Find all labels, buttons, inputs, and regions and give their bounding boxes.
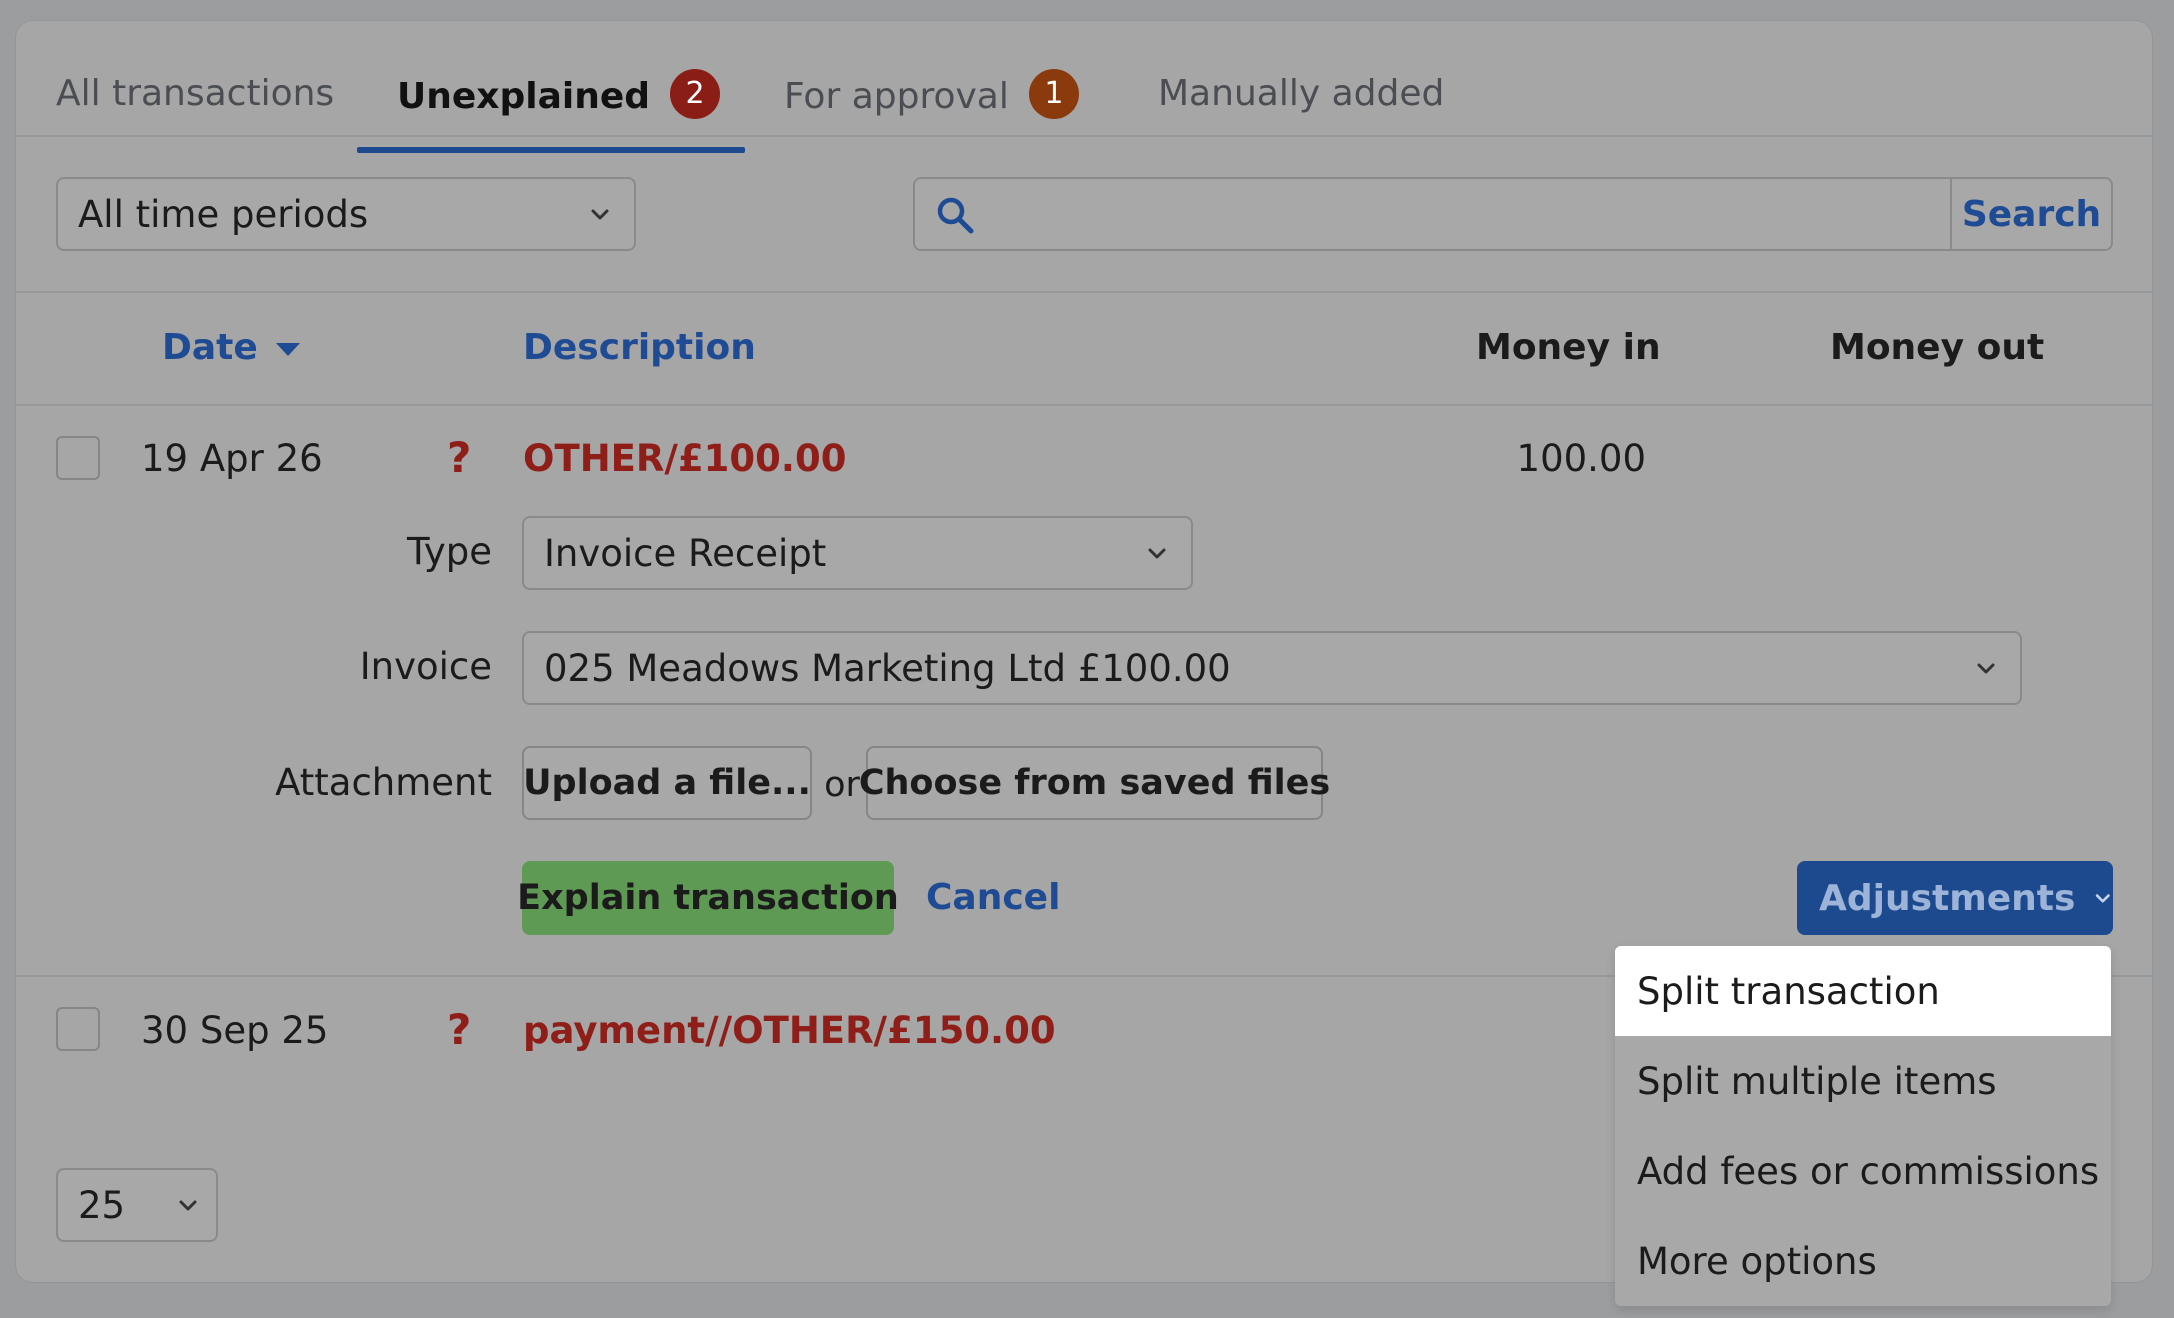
chevron-down-icon [1148,548,1166,559]
invoice-select[interactable]: 025 Meadows Marketing Ltd £100.00 [522,631,2022,705]
period-select-value: All time periods [78,192,369,236]
divider [16,135,2152,137]
tab-label: Unexplained [397,76,651,117]
header-label: Date [162,327,258,368]
menu-item-split-multiple-items[interactable]: Split multiple items [1615,1036,2111,1126]
adjustments-menu: Split transaction Split multiple items A… [1615,946,2111,1306]
chevron-down-icon [179,1200,197,1211]
search-button[interactable]: Search [1952,179,2111,249]
chevron-down-icon [1977,663,1995,674]
tab-unexplained[interactable]: Unexplained 2 [397,69,721,133]
count-badge: 2 [670,69,721,119]
chevron-down-icon [2096,894,2111,903]
tab-all-transactions[interactable]: All transactions [56,73,334,133]
tab-label: All transactions [56,73,335,114]
choose-saved-files-button[interactable]: Choose from saved files [859,746,1330,820]
divider [16,404,2152,406]
money-in-column-header: Money in [1476,327,1661,368]
divider [16,291,2152,293]
invoice-label: Invoice [359,645,492,688]
transaction-description: payment//OTHER/£150.00 [523,1009,1056,1052]
search-icon [937,197,974,234]
type-label: Type [407,530,492,573]
tab-manually-added[interactable]: Manually added [1158,73,1444,133]
tab-for-approval[interactable]: For approval 1 [784,69,1079,133]
active-tab-indicator [357,147,745,153]
transaction-date: 30 Sep 25 [141,1009,329,1052]
tab-label: Manually added [1158,73,1445,114]
money-out-column-header: Money out [1830,327,2045,368]
type-select[interactable]: Invoice Receipt [522,516,1193,590]
row-checkbox[interactable] [56,1007,100,1051]
menu-item-split-transaction[interactable]: Split transaction [1615,946,2111,1036]
adjustments-label: Adjustments [1819,877,2076,919]
explain-transaction-button[interactable]: Explain transaction [517,861,899,935]
description-column-header[interactable]: Description [523,327,756,368]
search-box: Search [913,177,2113,251]
or-text: or [824,765,860,805]
search-input[interactable] [995,187,1939,243]
sort-descending-icon [276,343,301,356]
tab-label: For approval [784,76,1009,117]
type-select-value: Invoice Receipt [544,531,827,575]
per-page-value: 25 [78,1183,126,1227]
date-column-header[interactable]: Date [162,327,302,368]
count-badge: 1 [1028,69,1079,119]
money-in-value: 100.00 [1516,437,1646,480]
upload-file-button[interactable]: Upload a file... [522,746,812,820]
invoice-select-value: 025 Meadows Marketing Ltd £100.00 [544,646,1231,690]
period-select[interactable]: All time periods [56,177,636,251]
adjustments-button[interactable]: Adjustments [1797,861,2113,935]
chevron-down-icon [591,209,609,220]
unexplained-status-icon: ? [447,433,472,482]
transaction-date: 19 Apr 26 [141,437,323,480]
attachment-label: Attachment [275,761,492,804]
menu-item-more-options[interactable]: More options [1615,1216,2111,1306]
unexplained-status-icon: ? [447,1005,472,1054]
menu-item-add-fees[interactable]: Add fees or commissions [1615,1126,2111,1216]
per-page-select[interactable]: 25 [56,1168,218,1242]
row-checkbox[interactable] [56,436,100,480]
transaction-description: OTHER/£100.00 [523,437,847,480]
cancel-link[interactable]: Cancel [926,877,1060,918]
